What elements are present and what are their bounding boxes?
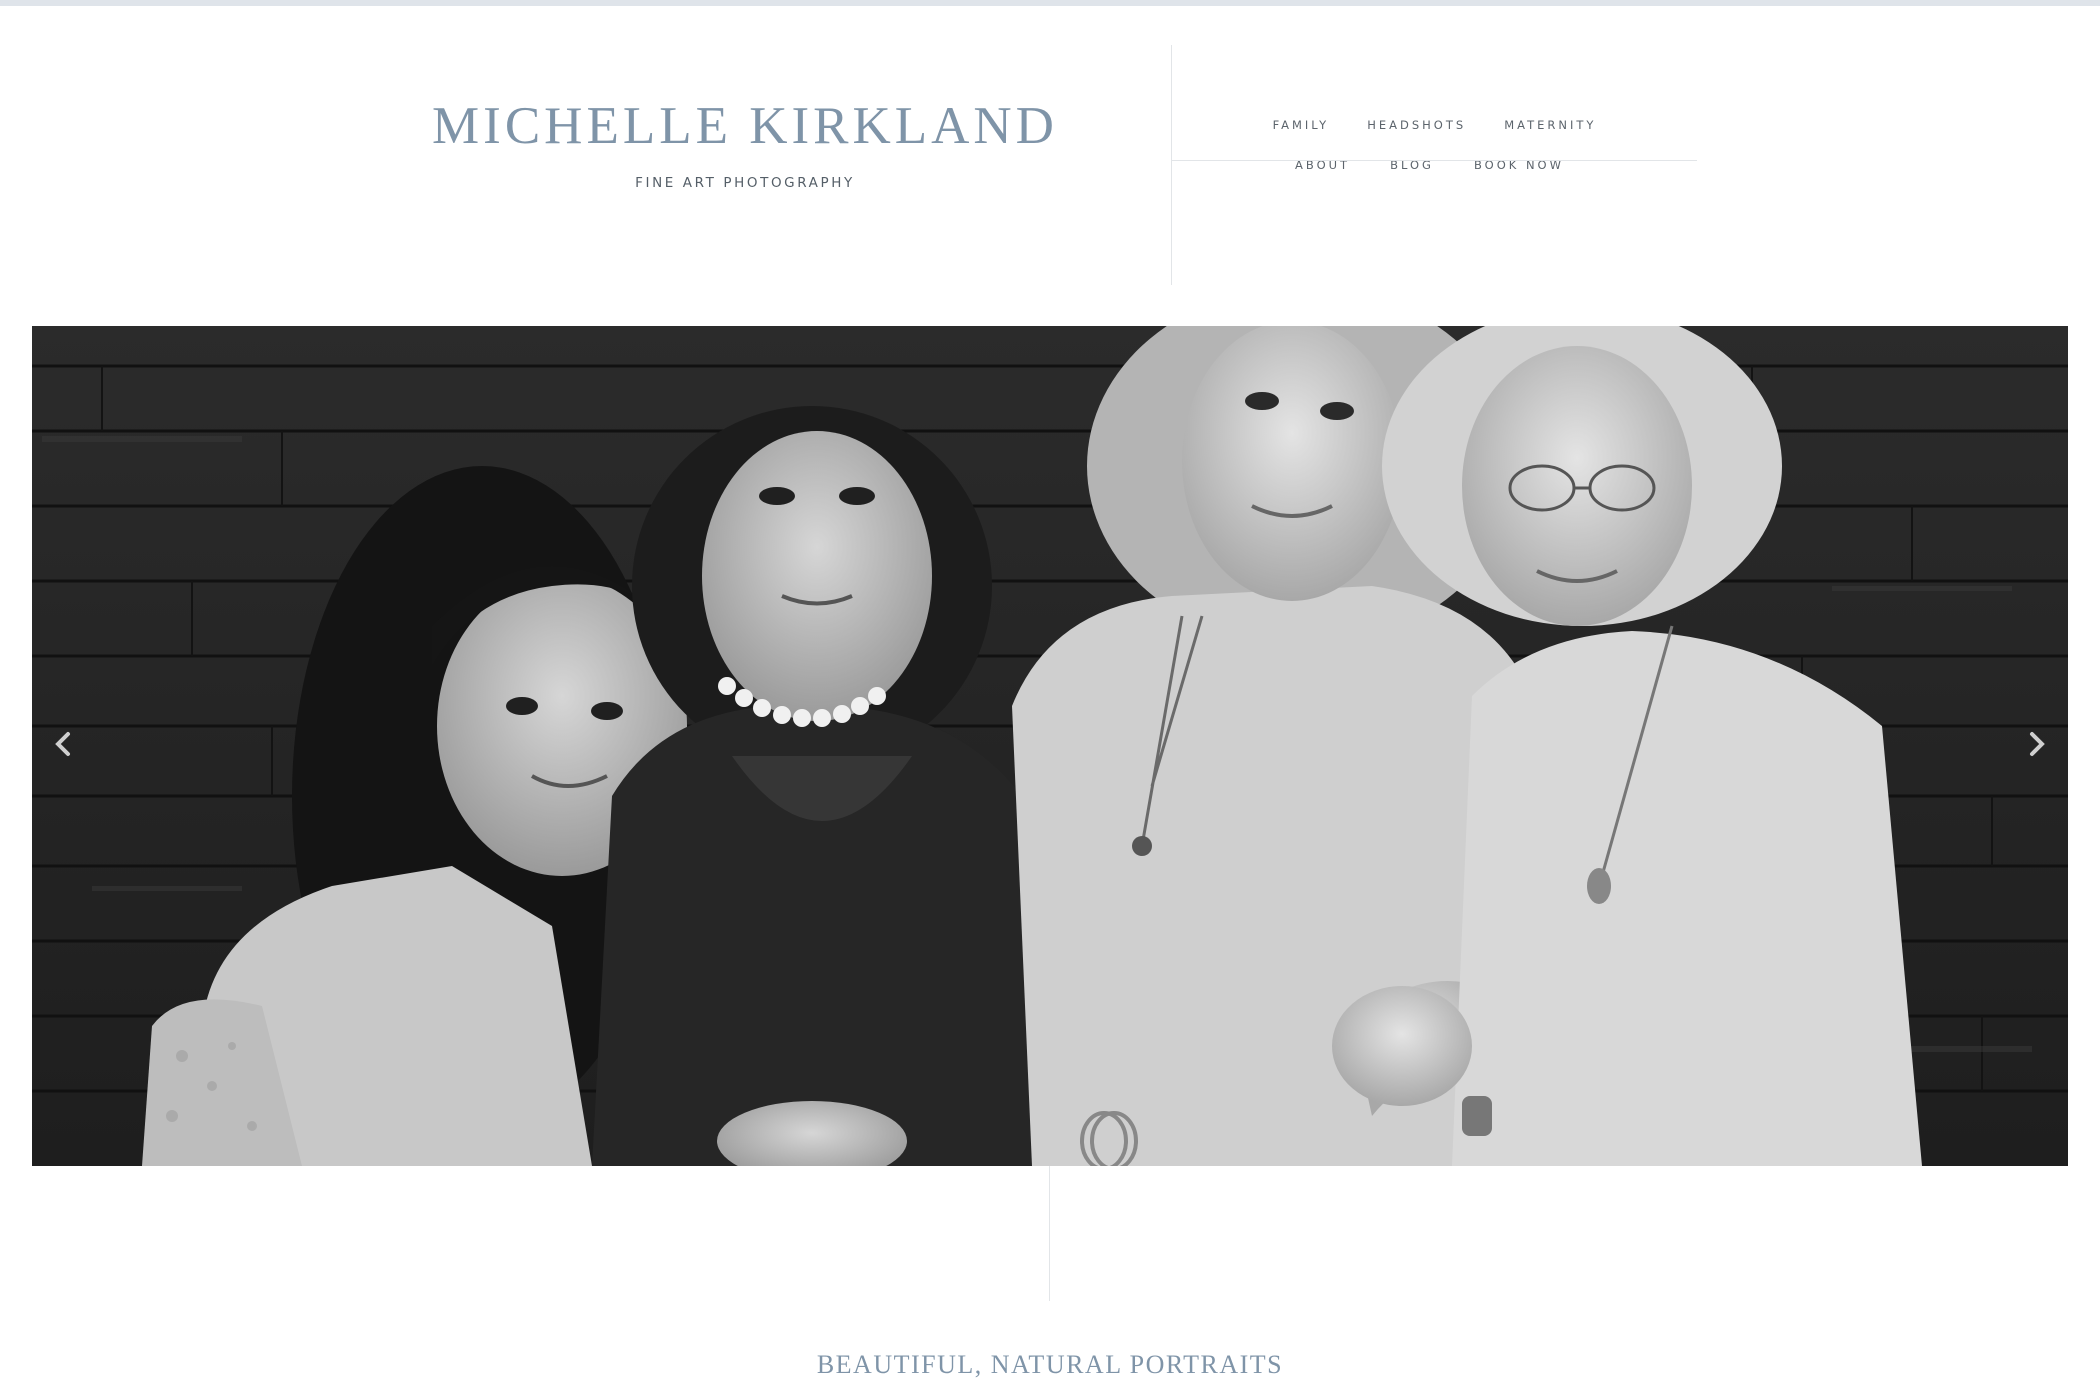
site-logo[interactable]: MICHELLE KIRKLAND FINE ART PHOTOGRAPHY [380, 97, 1110, 192]
section-divider-line [1049, 1166, 1050, 1301]
nav-link-maternity[interactable]: MATERNITY [1504, 118, 1596, 132]
tagline: BEAUTIFUL, NATURAL PORTRAITS [816, 1350, 1284, 1379]
page: MICHELLE KIRKLAND FINE ART PHOTOGRAPHY F… [0, 0, 2100, 1400]
browser-top-edge [0, 0, 2100, 6]
nav-divider [1172, 160, 1697, 161]
nav-link-family[interactable]: FAMILY [1273, 118, 1330, 132]
slider-prev-icon[interactable] [48, 724, 78, 764]
site-subtitle: FINE ART PHOTOGRAPHY [635, 175, 855, 191]
hero-slider[interactable] [32, 326, 2068, 1166]
nav-row-top: FAMILY HEADSHOTS MATERNITY [1172, 118, 1697, 132]
hero-photo [32, 326, 2068, 1166]
main-navigation: FAMILY HEADSHOTS MATERNITY ABOUT BLOG BO… [1172, 118, 1697, 172]
site-title: MICHELLE KIRKLAND [432, 97, 1058, 155]
nav-link-headshots[interactable]: HEADSHOTS [1367, 118, 1466, 132]
slider-next-icon[interactable] [2022, 724, 2052, 764]
